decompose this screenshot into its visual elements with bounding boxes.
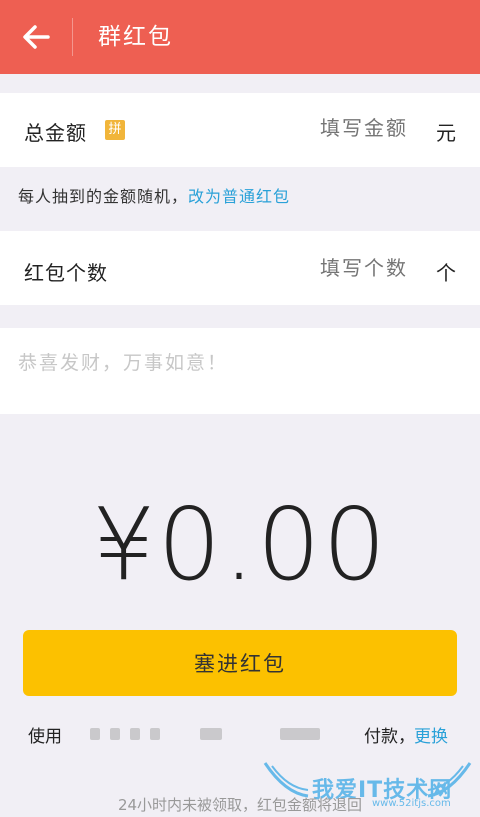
redacted-block <box>110 728 120 740</box>
total-amount-label: 总金额 <box>24 121 87 145</box>
use-label: 使用 <box>28 727 62 747</box>
redacted-block <box>150 728 160 740</box>
pay-label: 付款， <box>364 727 415 747</box>
total-amount-row: 总金额 元 <box>0 93 480 167</box>
back-button[interactable] <box>12 14 60 60</box>
hint-text: 每人抽到的金额随机， <box>18 187 189 206</box>
count-input[interactable] <box>256 257 410 282</box>
count-unit: 个 <box>436 261 456 285</box>
greeting-field[interactable]: 恭喜发财，万事如意！ <box>0 328 480 414</box>
redacted-block <box>200 728 222 740</box>
redacted-block <box>90 728 100 740</box>
change-payment-link[interactable]: 更换 <box>414 722 448 747</box>
total-amount-unit: 元 <box>436 121 456 145</box>
amount-display: ¥0.00 <box>91 486 389 603</box>
arrow-left-icon <box>23 25 50 49</box>
title-bar: 群红包 <box>0 0 480 74</box>
payment-method-row: 使用 付款， 更换 <box>28 720 458 750</box>
random-amount-hint: 每人抽到的金额随机，改为普通红包 <box>18 183 290 207</box>
redacted-block <box>280 728 320 740</box>
pin-badge-icon: 拼 <box>105 120 125 140</box>
refund-note: 24小时内未被领取，红包金额将退回 <box>117 796 363 814</box>
redacted-block <box>130 728 140 740</box>
submit-red-packet-button[interactable]: 塞进红包 <box>23 630 457 696</box>
greeting-placeholder: 恭喜发财，万事如意！ <box>18 352 229 374</box>
count-row: 红包个数 个 <box>0 231 480 305</box>
total-amount-input[interactable] <box>256 117 410 142</box>
count-label: 红包个数 <box>24 261 108 285</box>
switch-to-normal-link[interactable]: 改为普通红包 <box>188 187 290 206</box>
page-title: 群红包 <box>98 24 173 50</box>
header-divider <box>72 18 73 56</box>
